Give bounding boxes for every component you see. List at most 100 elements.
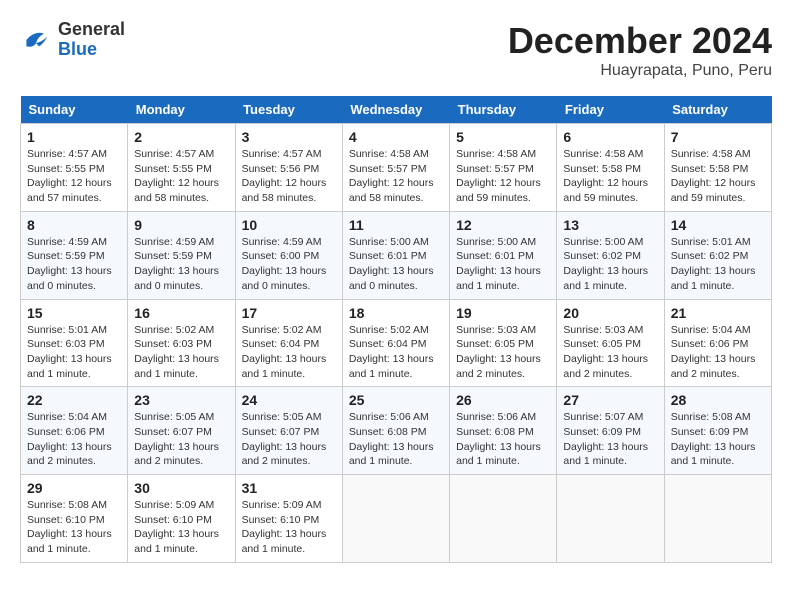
day-info: Sunrise: 5:05 AM Sunset: 6:07 PM Dayligh… (242, 410, 336, 469)
calendar-week-row: 22Sunrise: 5:04 AM Sunset: 6:06 PM Dayli… (21, 387, 772, 475)
day-info: Sunrise: 5:02 AM Sunset: 6:03 PM Dayligh… (134, 323, 228, 382)
day-info: Sunrise: 4:59 AM Sunset: 5:59 PM Dayligh… (134, 235, 228, 294)
table-row: 27Sunrise: 5:07 AM Sunset: 6:09 PM Dayli… (557, 387, 664, 475)
day-number: 2 (134, 129, 228, 145)
day-info: Sunrise: 4:57 AM Sunset: 5:55 PM Dayligh… (134, 147, 228, 206)
day-info: Sunrise: 5:03 AM Sunset: 6:05 PM Dayligh… (456, 323, 550, 382)
day-info: Sunrise: 4:59 AM Sunset: 6:00 PM Dayligh… (242, 235, 336, 294)
table-row: 14 Sunrise: 5:01 AM Sunset: 6:02 PM Dayli… (664, 211, 771, 299)
day-number: 23 (134, 392, 228, 408)
day-number: 10 (242, 217, 336, 233)
day-number: 28 (671, 392, 765, 408)
day-number: 9 (134, 217, 228, 233)
table-row: 29Sunrise: 5:08 AM Sunset: 6:10 PM Dayli… (21, 475, 128, 563)
table-row: 24 Sunrise: 5:05 AM Sunset: 6:07 PM Dayli… (235, 387, 342, 475)
calendar-header-row: Sunday Monday Tuesday Wednesday Thursday… (21, 96, 772, 124)
day-number: 27 (563, 392, 657, 408)
col-thursday: Thursday (450, 96, 557, 124)
col-tuesday: Tuesday (235, 96, 342, 124)
day-number: 5 (456, 129, 550, 145)
table-row: 10 Sunrise: 4:59 AM Sunset: 6:00 PM Dayli… (235, 211, 342, 299)
table-row: 17 Sunrise: 5:02 AM Sunset: 6:04 PM Dayli… (235, 299, 342, 387)
day-number: 13 (563, 217, 657, 233)
table-row: 15 Sunrise: 5:01 AM Sunset: 6:03 PM Dayli… (21, 299, 128, 387)
logo-blue: Blue (58, 39, 97, 59)
table-row (450, 475, 557, 563)
table-row: 20 Sunrise: 5:03 AM Sunset: 6:05 PM Dayli… (557, 299, 664, 387)
day-number: 24 (242, 392, 336, 408)
table-row: 2 Sunrise: 4:57 AM Sunset: 5:55 PM Daylig… (128, 124, 235, 212)
table-row: 28Sunrise: 5:08 AM Sunset: 6:09 PM Dayli… (664, 387, 771, 475)
day-number: 14 (671, 217, 765, 233)
day-info: Sunrise: 5:09 AM Sunset: 6:10 PM Dayligh… (134, 498, 228, 557)
title-block: December 2024 Huayrapata, Puno, Peru (508, 20, 772, 80)
day-info: Sunrise: 4:58 AM Sunset: 5:57 PM Dayligh… (456, 147, 550, 206)
day-number: 12 (456, 217, 550, 233)
day-info: Sunrise: 4:58 AM Sunset: 5:58 PM Dayligh… (671, 147, 765, 206)
day-info: Sunrise: 5:02 AM Sunset: 6:04 PM Dayligh… (242, 323, 336, 382)
table-row (557, 475, 664, 563)
table-row (342, 475, 449, 563)
table-row: 18Sunrise: 5:02 AM Sunset: 6:04 PM Dayli… (342, 299, 449, 387)
calendar-week-row: 29Sunrise: 5:08 AM Sunset: 6:10 PM Dayli… (21, 475, 772, 563)
day-info: Sunrise: 5:01 AM Sunset: 6:03 PM Dayligh… (27, 323, 121, 382)
day-number: 6 (563, 129, 657, 145)
table-row: 8Sunrise: 4:59 AM Sunset: 5:59 PM Daylig… (21, 211, 128, 299)
day-number: 3 (242, 129, 336, 145)
calendar-week-row: 1 Sunrise: 4:57 AM Sunset: 5:55 PM Daylig… (21, 124, 772, 212)
day-info: Sunrise: 5:09 AM Sunset: 6:10 PM Dayligh… (242, 498, 336, 557)
table-row: 5 Sunrise: 4:58 AM Sunset: 5:57 PM Daylig… (450, 124, 557, 212)
col-friday: Friday (557, 96, 664, 124)
logo-bird-icon (20, 24, 52, 56)
day-info: Sunrise: 4:57 AM Sunset: 5:56 PM Dayligh… (242, 147, 336, 206)
day-number: 20 (563, 305, 657, 321)
day-info: Sunrise: 5:00 AM Sunset: 6:01 PM Dayligh… (349, 235, 443, 294)
table-row: 23 Sunrise: 5:05 AM Sunset: 6:07 PM Dayli… (128, 387, 235, 475)
day-info: Sunrise: 5:06 AM Sunset: 6:08 PM Dayligh… (456, 410, 550, 469)
day-info: Sunrise: 4:59 AM Sunset: 5:59 PM Dayligh… (27, 235, 121, 294)
table-row: 16 Sunrise: 5:02 AM Sunset: 6:03 PM Dayli… (128, 299, 235, 387)
day-number: 15 (27, 305, 121, 321)
day-info: Sunrise: 5:03 AM Sunset: 6:05 PM Dayligh… (563, 323, 657, 382)
logo: General Blue (20, 20, 125, 60)
day-number: 17 (242, 305, 336, 321)
page-header: General Blue December 2024 Huayrapata, P… (20, 20, 772, 80)
table-row: 7 Sunrise: 4:58 AM Sunset: 5:58 PM Daylig… (664, 124, 771, 212)
day-info: Sunrise: 5:00 AM Sunset: 6:02 PM Dayligh… (563, 235, 657, 294)
location: Huayrapata, Puno, Peru (508, 62, 772, 80)
day-info: Sunrise: 5:05 AM Sunset: 6:07 PM Dayligh… (134, 410, 228, 469)
day-number: 4 (349, 129, 443, 145)
day-number: 26 (456, 392, 550, 408)
table-row: 31 Sunrise: 5:09 AM Sunset: 6:10 PM Dayli… (235, 475, 342, 563)
day-number: 29 (27, 480, 121, 496)
table-row: 1Sunrise: 4:57 AM Sunset: 5:55 PM Daylig… (21, 124, 128, 212)
day-number: 7 (671, 129, 765, 145)
day-number: 1 (27, 129, 121, 145)
day-info: Sunrise: 5:06 AM Sunset: 6:08 PM Dayligh… (349, 410, 443, 469)
table-row: 12Sunrise: 5:00 AM Sunset: 6:01 PM Dayli… (450, 211, 557, 299)
calendar-table: Sunday Monday Tuesday Wednesday Thursday… (20, 96, 772, 563)
col-sunday: Sunday (21, 96, 128, 124)
col-monday: Monday (128, 96, 235, 124)
table-row: 21Sunrise: 5:04 AM Sunset: 6:06 PM Dayli… (664, 299, 771, 387)
day-number: 19 (456, 305, 550, 321)
table-row: 13 Sunrise: 5:00 AM Sunset: 6:02 PM Dayli… (557, 211, 664, 299)
day-number: 25 (349, 392, 443, 408)
table-row: 4 Sunrise: 4:58 AM Sunset: 5:57 PM Daylig… (342, 124, 449, 212)
table-row: 25 Sunrise: 5:06 AM Sunset: 6:08 PM Dayli… (342, 387, 449, 475)
logo-text: General Blue (58, 20, 125, 60)
calendar-week-row: 8Sunrise: 4:59 AM Sunset: 5:59 PM Daylig… (21, 211, 772, 299)
table-row (664, 475, 771, 563)
table-row: 9 Sunrise: 4:59 AM Sunset: 5:59 PM Daylig… (128, 211, 235, 299)
day-number: 22 (27, 392, 121, 408)
day-number: 30 (134, 480, 228, 496)
table-row: 6Sunrise: 4:58 AM Sunset: 5:58 PM Daylig… (557, 124, 664, 212)
table-row: 11 Sunrise: 5:00 AM Sunset: 6:01 PM Dayli… (342, 211, 449, 299)
calendar-week-row: 15 Sunrise: 5:01 AM Sunset: 6:03 PM Dayli… (21, 299, 772, 387)
day-number: 11 (349, 217, 443, 233)
day-number: 16 (134, 305, 228, 321)
day-info: Sunrise: 5:01 AM Sunset: 6:02 PM Dayligh… (671, 235, 765, 294)
day-number: 31 (242, 480, 336, 496)
day-info: Sunrise: 4:58 AM Sunset: 5:57 PM Dayligh… (349, 147, 443, 206)
col-saturday: Saturday (664, 96, 771, 124)
